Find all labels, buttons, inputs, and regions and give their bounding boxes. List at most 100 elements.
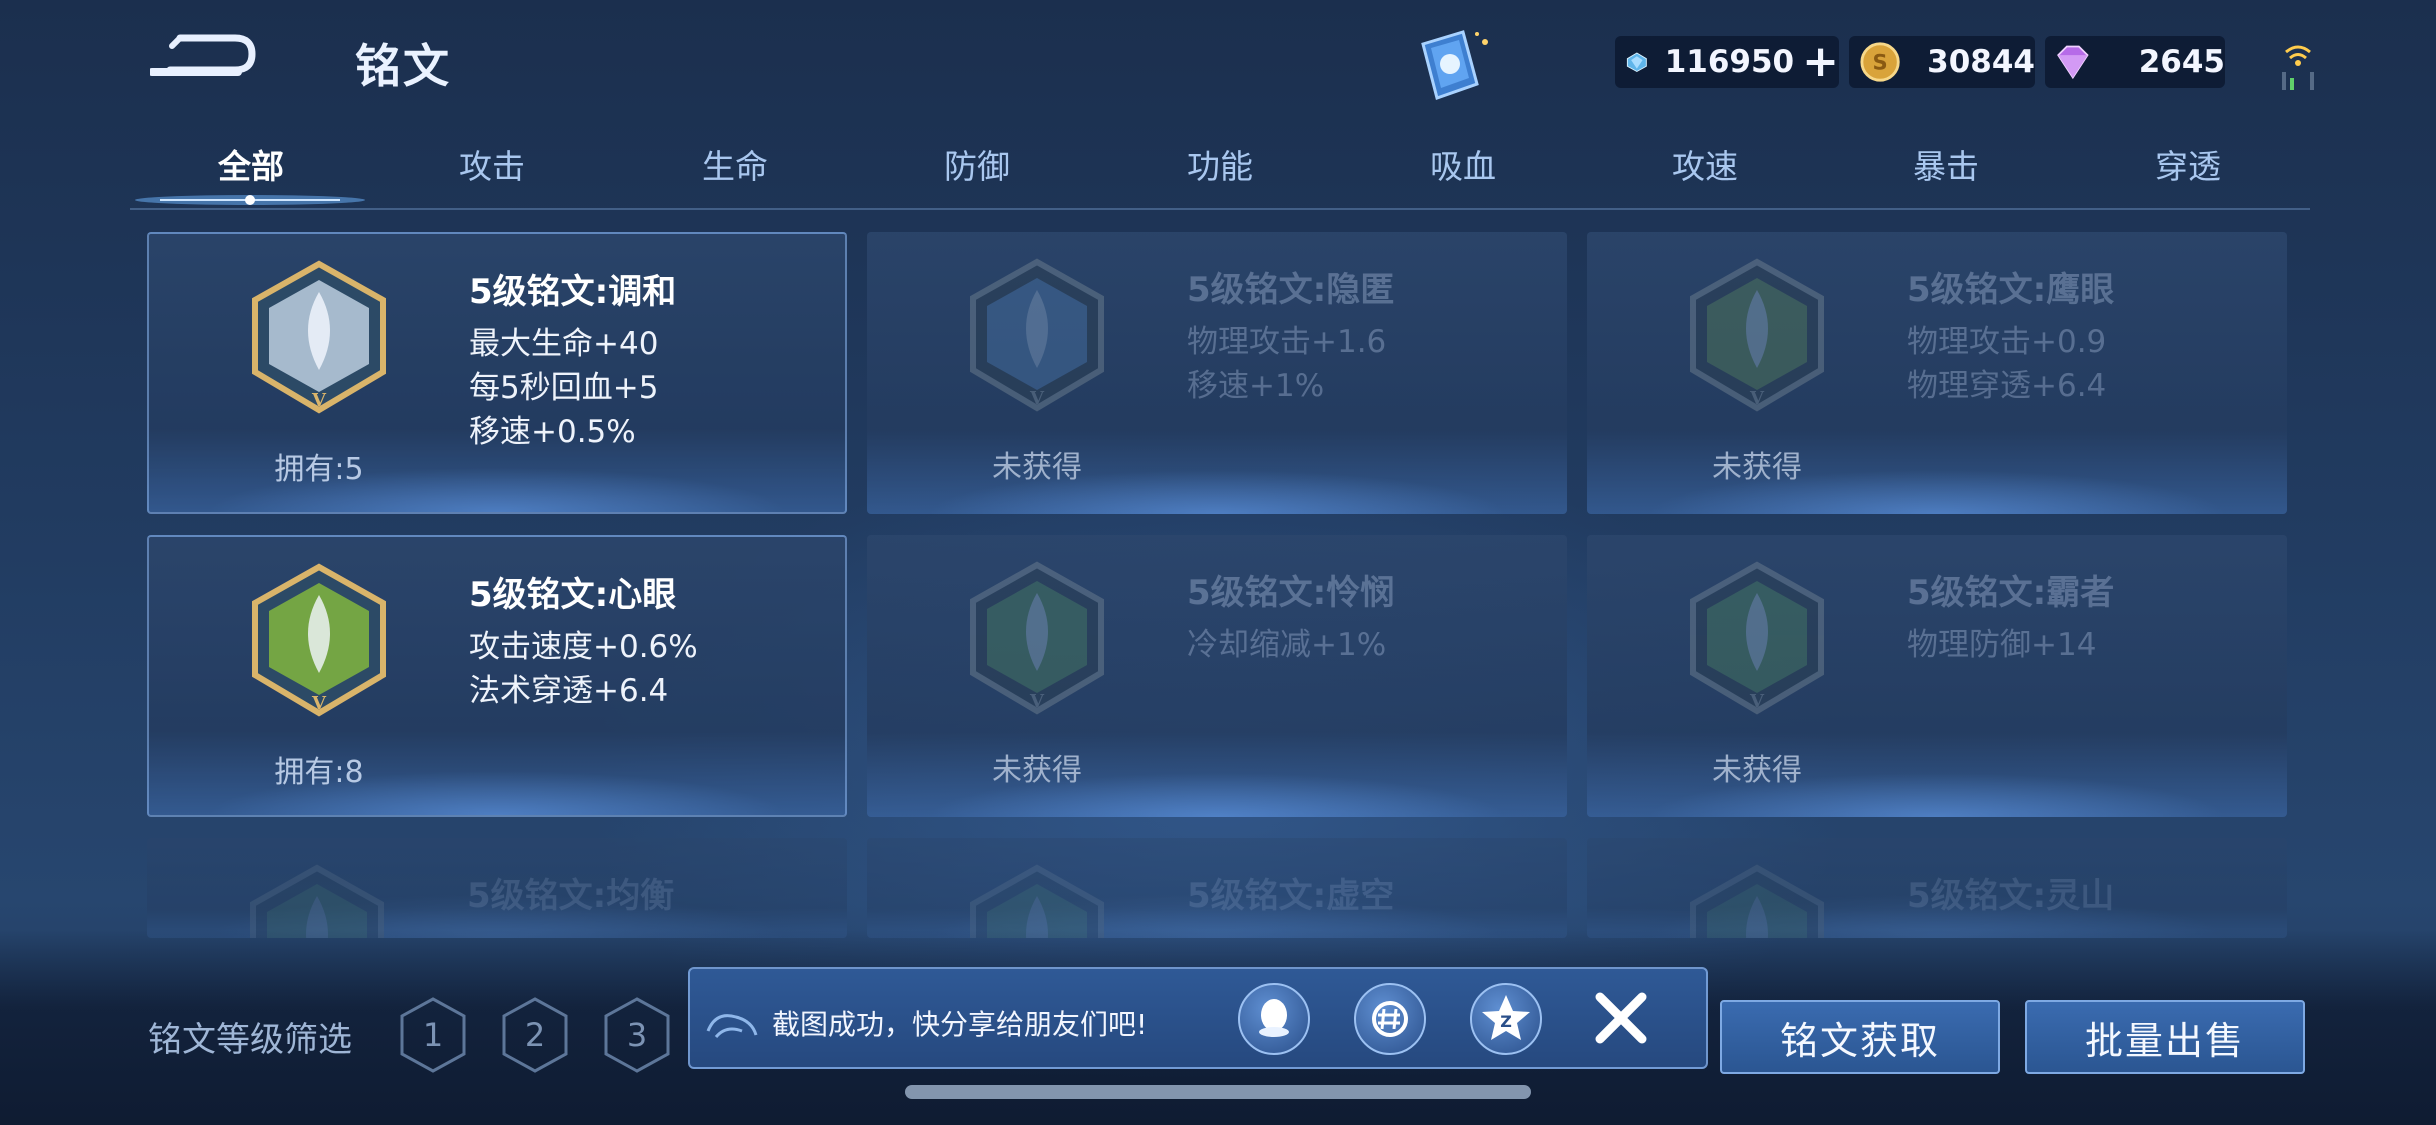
svg-text:Z: Z (1500, 1012, 1512, 1031)
moments-share-button[interactable] (1354, 983, 1426, 1055)
ownership-status: 未获得 (1712, 753, 1802, 788)
inscription-stat: 物理穿透+6.4 (1907, 368, 2107, 404)
inscription-emblem-icon: V (1690, 561, 1824, 715)
ownership-status: 未获得 (992, 753, 1082, 788)
qzone-icon: Z (1482, 995, 1530, 1040)
card-glow (149, 452, 845, 512)
svg-text:V: V (1029, 388, 1045, 409)
ownership-status: 未获得 (992, 450, 1082, 485)
inscription-stat: 最大生命+40 (469, 326, 659, 362)
inscription-emblem-icon: V (970, 864, 1104, 938)
level-filter-3[interactable]: 3 (602, 996, 672, 1074)
close-toast-button[interactable] (1588, 985, 1654, 1051)
inscription-card[interactable]: V 5级铭文:鹰眼 物理攻击+0.9 物理穿透+6.4 未获得 (1587, 232, 2287, 514)
inscription-name: 5级铭文:均衡 (467, 876, 675, 916)
inscription-stat: 物理攻击+1.6 (1187, 324, 1387, 360)
tab-lifesteal[interactable]: 吸血 (1430, 140, 1496, 188)
ownership-status: 未获得 (1712, 450, 1802, 485)
inscription-name: 5级铭文:隐匿 (1187, 270, 1395, 310)
back-arrow-icon (148, 34, 256, 76)
inscription-name: 5级铭文:调和 (469, 272, 677, 312)
wifi-signal-icon (2278, 38, 2318, 92)
inscription-name: 5级铭文:怜悯 (1187, 573, 1395, 613)
inscription-name: 5级铭文:霸者 (1907, 573, 2115, 613)
inscription-card[interactable]: V 5级铭文:心眼攻击速度+0.6% 法术穿透+6.4 拥有:8 (147, 535, 847, 817)
bulk-sell-button[interactable]: 批量出售 (2025, 1000, 2305, 1074)
inscription-emblem-icon: V (252, 563, 386, 717)
gold-coin-icon: S (1860, 42, 1900, 82)
toast-message: 截图成功，快分享给朋友们吧! (772, 1008, 1148, 1041)
svg-text:V: V (1749, 388, 1765, 409)
ownership-status: 拥有:5 (274, 452, 364, 487)
inscription-name: 5级铭文:灵山 (1907, 876, 2115, 916)
gem-balance: 2645 (2045, 36, 2225, 88)
level-filter-2-label: 2 (525, 1016, 545, 1054)
inscription-book-icon[interactable] (1405, 26, 1495, 106)
inscription-card[interactable]: V 5级铭文:霸者物理防御+14 未获得 (1587, 535, 2287, 817)
inscription-emblem-icon: V (970, 561, 1104, 715)
inscription-card[interactable]: V 5级铭文:怜悯冷却缩减+1% 未获得 (867, 535, 1567, 817)
inscription-stat: 移速+0.5% (469, 414, 636, 450)
inscription-stat: 冷却缩减+1% (1187, 627, 1387, 663)
add-diamond-button[interactable]: + (1802, 40, 1839, 84)
level-filter-1-label: 1 (423, 1016, 443, 1054)
level-filter-3-label: 3 (627, 1016, 647, 1054)
tab-defense[interactable]: 防御 (944, 140, 1010, 188)
inscription-emblem-icon: V (252, 260, 386, 414)
qq-share-button[interactable] (1238, 983, 1310, 1055)
svg-text:V: V (1029, 691, 1045, 712)
inscription-stat: 每5秒回血+5 (469, 370, 659, 406)
home-indicator[interactable] (905, 1085, 1531, 1099)
svg-text:V: V (1749, 691, 1765, 712)
inscription-stat: 物理防御+14 (1907, 627, 2097, 663)
gold-balance: S 30844 (1849, 36, 2035, 88)
tab-penetration[interactable]: 穿透 (2155, 140, 2221, 188)
diamond-icon (1626, 52, 1647, 73)
inscription-stat: 移速+1% (1187, 368, 1325, 404)
diamond-balance: 116950 + (1615, 36, 1839, 88)
inscription-card[interactable]: V 5级铭文:隐匿物理攻击+1.6 移速+1% 未获得 (867, 232, 1567, 514)
tab-health[interactable]: 生命 (702, 140, 768, 188)
close-icon (1595, 992, 1647, 1044)
category-tabs: 全部 攻击 生命 防御 功能 吸血 攻速 暴击 穿透 (130, 130, 2310, 210)
svg-text:V: V (311, 693, 327, 714)
qzone-share-button[interactable]: Z (1470, 983, 1542, 1055)
inscription-card[interactable]: V 5级铭文:调和最大生命+40 每5秒回血+5 移速+0.5% 拥有:5 (147, 232, 847, 514)
qq-icon (1259, 999, 1289, 1037)
page-title: 铭文 (355, 39, 451, 93)
ownership-status: 拥有:8 (274, 755, 364, 790)
card-glow (867, 757, 1567, 817)
inscription-stat: 攻击速度+0.6% (469, 629, 698, 665)
back-button[interactable] (148, 28, 260, 88)
card-glow (149, 755, 845, 815)
acquire-inscription-button[interactable]: 铭文获取 (1720, 1000, 2000, 1074)
tab-attack[interactable]: 攻击 (459, 140, 525, 188)
inscription-card[interactable]: V 5级铭文:灵山 (1587, 838, 2287, 938)
gold-value: 30844 (1927, 44, 2035, 80)
tab-critical[interactable]: 暴击 (1913, 140, 1979, 188)
tab-utility[interactable]: 功能 (1187, 140, 1253, 188)
cloud-swirl-icon (706, 1014, 758, 1039)
tab-all[interactable]: 全部 (218, 140, 284, 188)
svg-text:S: S (1872, 50, 1887, 75)
level-filter-label: 铭文等级筛选 (148, 1020, 352, 1060)
inscription-emblem-icon: V (1690, 258, 1824, 412)
gem-value: 2645 (2138, 44, 2225, 80)
card-glow (1587, 757, 2287, 817)
svg-text:V: V (311, 390, 327, 411)
level-filter-2[interactable]: 2 (500, 996, 570, 1074)
inscription-emblem-icon: V (250, 864, 384, 938)
card-glow (867, 454, 1567, 514)
inscription-card[interactable]: V 5级铭文:虚空 (867, 838, 1567, 938)
inscription-name: 5级铭文:鹰眼 (1907, 270, 2115, 310)
inscription-card[interactable]: V 5级铭文:均衡 (147, 838, 847, 938)
card-glow (1587, 454, 2287, 514)
screenshot-share-toast: 截图成功，快分享给朋友们吧! Z (688, 967, 1708, 1069)
tab-attack-speed[interactable]: 攻速 (1672, 140, 1738, 188)
inscription-name: 5级铭文:心眼 (469, 575, 677, 615)
diamond-value: 116950 (1664, 44, 1795, 80)
active-tab-indicator (130, 188, 370, 208)
wechat-moments-icon (1372, 1001, 1408, 1037)
inscription-stat: 法术穿透+6.4 (469, 673, 669, 709)
level-filter-1[interactable]: 1 (398, 996, 468, 1074)
